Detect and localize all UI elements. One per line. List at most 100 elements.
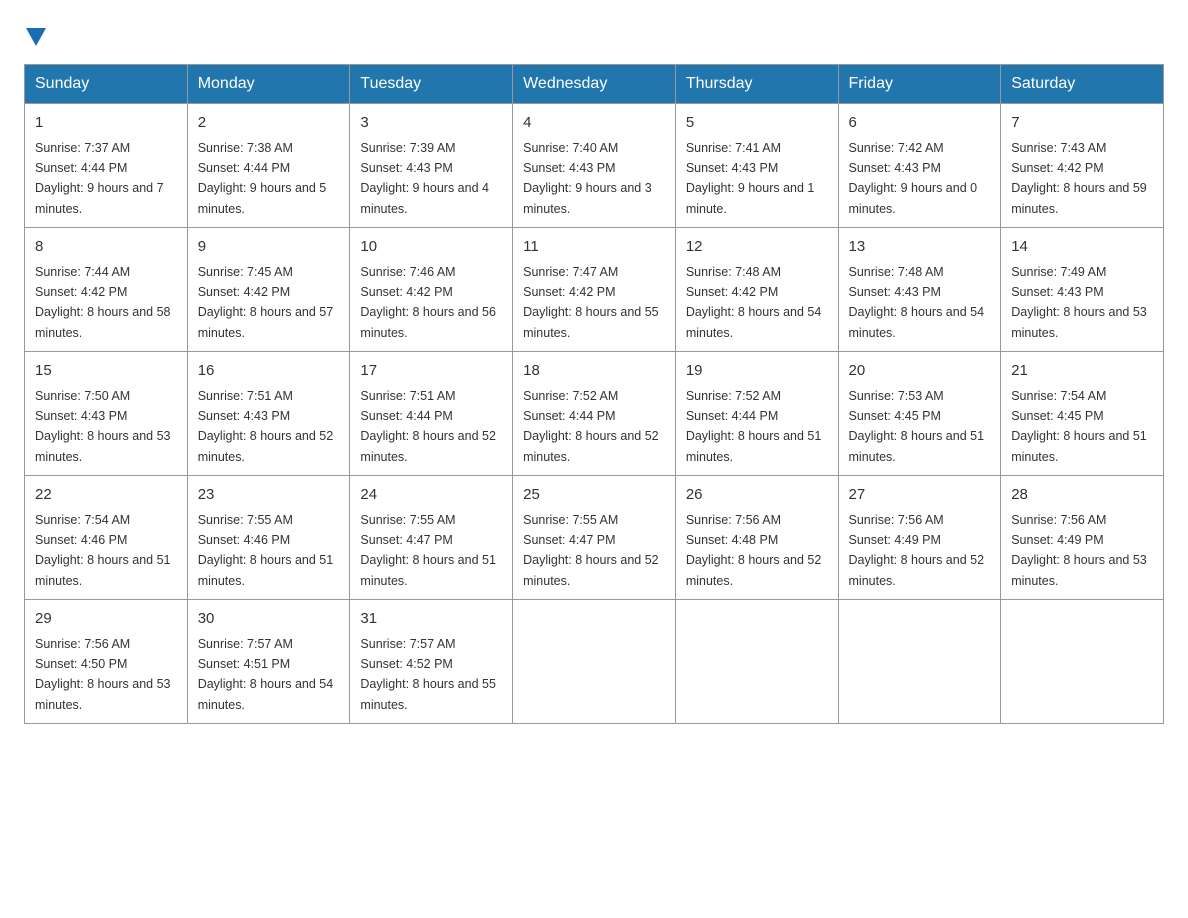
day-info: Sunrise: 7:56 AMSunset: 4:49 PMDaylight:…: [1011, 513, 1147, 588]
day-info: Sunrise: 7:48 AMSunset: 4:43 PMDaylight:…: [849, 265, 985, 340]
day-info: Sunrise: 7:48 AMSunset: 4:42 PMDaylight:…: [686, 265, 822, 340]
calendar-day-cell: 22Sunrise: 7:54 AMSunset: 4:46 PMDayligh…: [25, 476, 188, 600]
day-number: 30: [198, 608, 340, 631]
day-info: Sunrise: 7:57 AMSunset: 4:52 PMDaylight:…: [360, 637, 496, 712]
calendar-day-cell: 13 Sunrise: 7:48 AMSunset: 4:43 PMDayligh…: [838, 228, 1001, 352]
calendar-day-cell: 21Sunrise: 7:54 AMSunset: 4:45 PMDayligh…: [1001, 352, 1164, 476]
calendar-day-cell: 31 Sunrise: 7:57 AMSunset: 4:52 PMDayligh…: [350, 600, 513, 724]
day-number: 11: [523, 236, 665, 259]
day-info: Sunrise: 7:57 AMSunset: 4:51 PMDaylight:…: [198, 637, 334, 712]
day-info: Sunrise: 7:40 AMSunset: 4:43 PMDaylight:…: [523, 141, 652, 216]
day-number: 31: [360, 608, 502, 631]
page-header: [24, 24, 1164, 44]
day-info: Sunrise: 7:51 AMSunset: 4:44 PMDaylight:…: [360, 389, 496, 464]
logo: [24, 24, 46, 44]
day-info: Sunrise: 7:37 AMSunset: 4:44 PMDaylight:…: [35, 141, 164, 216]
calendar-day-cell: 29 Sunrise: 7:56 AMSunset: 4:50 PMDayligh…: [25, 600, 188, 724]
calendar-day-cell: [1001, 600, 1164, 724]
calendar-day-cell: 24 Sunrise: 7:55 AMSunset: 4:47 PMDayligh…: [350, 476, 513, 600]
calendar-day-cell: 17 Sunrise: 7:51 AMSunset: 4:44 PMDayligh…: [350, 352, 513, 476]
day-info: Sunrise: 7:55 AMSunset: 4:46 PMDaylight:…: [198, 513, 334, 588]
day-number: 22: [35, 484, 177, 507]
day-info: Sunrise: 7:38 AMSunset: 4:44 PMDaylight:…: [198, 141, 327, 216]
calendar-day-cell: [675, 600, 838, 724]
calendar-day-cell: 26 Sunrise: 7:56 AMSunset: 4:48 PMDayligh…: [675, 476, 838, 600]
calendar-week-row: 8 Sunrise: 7:44 AMSunset: 4:42 PMDaylight…: [25, 228, 1164, 352]
calendar-day-cell: 11Sunrise: 7:47 AMSunset: 4:42 PMDayligh…: [513, 228, 676, 352]
day-number: 17: [360, 360, 502, 383]
calendar-table: SundayMondayTuesdayWednesdayThursdayFrid…: [24, 64, 1164, 724]
calendar-day-header: Saturday: [1001, 65, 1164, 104]
calendar-week-row: 22Sunrise: 7:54 AMSunset: 4:46 PMDayligh…: [25, 476, 1164, 600]
day-number: 2: [198, 112, 340, 135]
calendar-day-cell: 25Sunrise: 7:55 AMSunset: 4:47 PMDayligh…: [513, 476, 676, 600]
calendar-day-cell: 4 Sunrise: 7:40 AMSunset: 4:43 PMDaylight…: [513, 104, 676, 228]
calendar-day-cell: [513, 600, 676, 724]
day-number: 20: [849, 360, 991, 383]
calendar-day-cell: 1 Sunrise: 7:37 AMSunset: 4:44 PMDaylight…: [25, 104, 188, 228]
calendar-day-cell: 7Sunrise: 7:43 AMSunset: 4:42 PMDaylight…: [1001, 104, 1164, 228]
day-number: 3: [360, 112, 502, 135]
calendar-day-cell: 12 Sunrise: 7:48 AMSunset: 4:42 PMDayligh…: [675, 228, 838, 352]
calendar-day-cell: 27Sunrise: 7:56 AMSunset: 4:49 PMDayligh…: [838, 476, 1001, 600]
calendar-day-cell: 28 Sunrise: 7:56 AMSunset: 4:49 PMDayligh…: [1001, 476, 1164, 600]
day-number: 8: [35, 236, 177, 259]
day-number: 23: [198, 484, 340, 507]
day-info: Sunrise: 7:42 AMSunset: 4:43 PMDaylight:…: [849, 141, 978, 216]
day-info: Sunrise: 7:46 AMSunset: 4:42 PMDaylight:…: [360, 265, 496, 340]
day-number: 19: [686, 360, 828, 383]
day-number: 27: [849, 484, 991, 507]
day-number: 29: [35, 608, 177, 631]
day-info: Sunrise: 7:55 AMSunset: 4:47 PMDaylight:…: [360, 513, 496, 588]
day-info: Sunrise: 7:53 AMSunset: 4:45 PMDaylight:…: [849, 389, 985, 464]
calendar-day-cell: 19Sunrise: 7:52 AMSunset: 4:44 PMDayligh…: [675, 352, 838, 476]
day-number: 6: [849, 112, 991, 135]
calendar-day-cell: 3 Sunrise: 7:39 AMSunset: 4:43 PMDaylight…: [350, 104, 513, 228]
day-number: 13: [849, 236, 991, 259]
calendar-day-cell: [838, 600, 1001, 724]
calendar-day-cell: 6 Sunrise: 7:42 AMSunset: 4:43 PMDaylight…: [838, 104, 1001, 228]
calendar-week-row: 29 Sunrise: 7:56 AMSunset: 4:50 PMDayligh…: [25, 600, 1164, 724]
calendar-day-header: Wednesday: [513, 65, 676, 104]
day-info: Sunrise: 7:50 AMSunset: 4:43 PMDaylight:…: [35, 389, 171, 464]
day-number: 12: [686, 236, 828, 259]
day-number: 26: [686, 484, 828, 507]
calendar-day-header: Tuesday: [350, 65, 513, 104]
day-number: 21: [1011, 360, 1153, 383]
day-number: 18: [523, 360, 665, 383]
day-number: 5: [686, 112, 828, 135]
day-info: Sunrise: 7:55 AMSunset: 4:47 PMDaylight:…: [523, 513, 659, 588]
calendar-day-cell: 8 Sunrise: 7:44 AMSunset: 4:42 PMDaylight…: [25, 228, 188, 352]
day-number: 24: [360, 484, 502, 507]
logo-arrow-icon: [26, 28, 46, 46]
calendar-header-row: SundayMondayTuesdayWednesdayThursdayFrid…: [25, 65, 1164, 104]
day-number: 16: [198, 360, 340, 383]
day-number: 14: [1011, 236, 1153, 259]
day-number: 1: [35, 112, 177, 135]
day-number: 7: [1011, 112, 1153, 135]
calendar-day-header: Sunday: [25, 65, 188, 104]
calendar-day-header: Friday: [838, 65, 1001, 104]
calendar-day-cell: 18Sunrise: 7:52 AMSunset: 4:44 PMDayligh…: [513, 352, 676, 476]
day-number: 4: [523, 112, 665, 135]
calendar-day-cell: 9 Sunrise: 7:45 AMSunset: 4:42 PMDaylight…: [187, 228, 350, 352]
day-number: 15: [35, 360, 177, 383]
calendar-day-cell: 10Sunrise: 7:46 AMSunset: 4:42 PMDayligh…: [350, 228, 513, 352]
calendar-week-row: 1 Sunrise: 7:37 AMSunset: 4:44 PMDaylight…: [25, 104, 1164, 228]
day-info: Sunrise: 7:56 AMSunset: 4:48 PMDaylight:…: [686, 513, 822, 588]
day-number: 28: [1011, 484, 1153, 507]
calendar-week-row: 15 Sunrise: 7:50 AMSunset: 4:43 PMDayligh…: [25, 352, 1164, 476]
calendar-day-cell: 2 Sunrise: 7:38 AMSunset: 4:44 PMDaylight…: [187, 104, 350, 228]
calendar-day-cell: 30 Sunrise: 7:57 AMSunset: 4:51 PMDayligh…: [187, 600, 350, 724]
calendar-day-cell: 5Sunrise: 7:41 AMSunset: 4:43 PMDaylight…: [675, 104, 838, 228]
calendar-day-header: Thursday: [675, 65, 838, 104]
day-info: Sunrise: 7:51 AMSunset: 4:43 PMDaylight:…: [198, 389, 334, 464]
day-info: Sunrise: 7:39 AMSunset: 4:43 PMDaylight:…: [360, 141, 489, 216]
calendar-day-cell: 20 Sunrise: 7:53 AMSunset: 4:45 PMDayligh…: [838, 352, 1001, 476]
day-number: 9: [198, 236, 340, 259]
calendar-day-cell: 16 Sunrise: 7:51 AMSunset: 4:43 PMDayligh…: [187, 352, 350, 476]
day-info: Sunrise: 7:45 AMSunset: 4:42 PMDaylight:…: [198, 265, 334, 340]
day-info: Sunrise: 7:56 AMSunset: 4:50 PMDaylight:…: [35, 637, 171, 712]
calendar-day-cell: 14Sunrise: 7:49 AMSunset: 4:43 PMDayligh…: [1001, 228, 1164, 352]
day-info: Sunrise: 7:44 AMSunset: 4:42 PMDaylight:…: [35, 265, 171, 340]
